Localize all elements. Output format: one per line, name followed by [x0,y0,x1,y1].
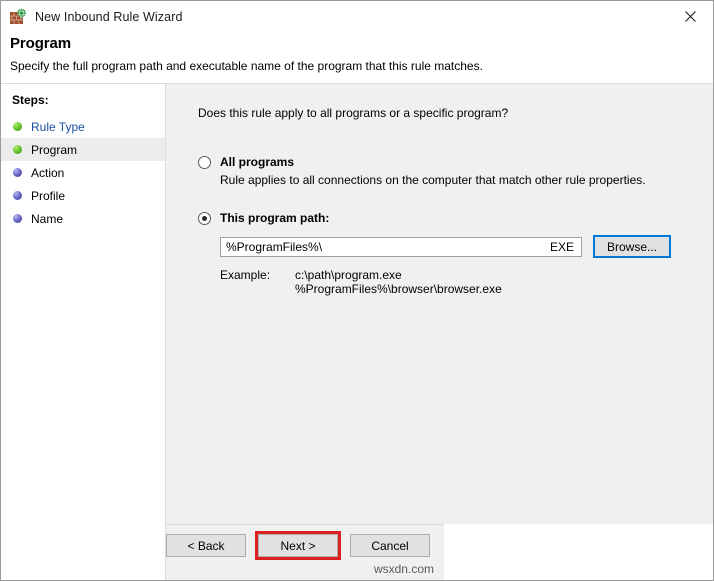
radio-row-all-programs[interactable]: All programs [198,155,713,170]
sidebar-item-label: Profile [31,189,65,203]
sidebar-item-label: Name [31,212,63,226]
question-text: Does this rule apply to all programs or … [198,106,713,120]
wizard-body: Steps: Rule Type Program Action Profile … [1,83,713,524]
radio-this-program-path[interactable] [198,212,211,225]
sidebar-item-rule-type[interactable]: Rule Type [1,115,165,138]
radio-all-programs[interactable] [198,156,211,169]
sidebar-item-label: Rule Type [31,120,85,134]
next-button[interactable]: Next > [258,534,338,557]
radio-row-this-program-path[interactable]: This program path: [198,211,713,226]
page-title: Program [10,35,713,52]
sidebar-item-name[interactable]: Name [1,207,165,230]
example-line-1: c:\path\program.exe [295,268,502,282]
sidebar-footer-filler [1,524,166,580]
steps-title: Steps: [1,90,165,115]
sidebar-item-profile[interactable]: Profile [1,184,165,207]
window-title: New Inbound Rule Wizard [35,10,183,24]
program-path-extension: EXE [550,240,576,254]
firewall-globe-icon [10,8,27,25]
sidebar-item-program[interactable]: Program [1,138,165,161]
program-path-input[interactable]: %ProgramFiles%\ EXE [220,237,582,257]
browse-button[interactable]: Browse... [593,235,671,258]
wizard-window: New Inbound Rule Wizard Program Specify … [0,0,714,581]
content-panel: Does this rule apply to all programs or … [166,84,713,524]
cancel-button[interactable]: Cancel [350,534,430,557]
steps-sidebar: Steps: Rule Type Program Action Profile … [1,84,166,524]
footer-buttons: < Back Next > Cancel [166,531,430,560]
option-description-all-programs: Rule applies to all connections on the c… [220,173,713,187]
close-icon[interactable] [668,1,713,31]
option-all-programs: All programs Rule applies to all connect… [198,155,713,187]
sidebar-item-action[interactable]: Action [1,161,165,184]
step-bullet-icon [13,168,22,177]
option-this-program-path: This program path: %ProgramFiles%\ EXE B… [198,211,713,296]
sidebar-item-label: Action [31,166,64,180]
next-button-highlight: Next > [255,531,341,560]
example-line-2: %ProgramFiles%\browser\browser.exe [295,282,502,296]
sidebar-item-label: Program [31,143,77,157]
program-path-row: %ProgramFiles%\ EXE Browse... [220,235,713,258]
step-bullet-icon [13,145,22,154]
example-values: c:\path\program.exe %ProgramFiles%\brows… [295,268,502,296]
page-header: Program Specify the full program path an… [1,32,713,83]
page-subtitle: Specify the full program path and execut… [10,59,713,73]
step-bullet-icon [13,214,22,223]
footer-wrap: < Back Next > Cancel wsxdn.com [1,524,713,580]
back-button[interactable]: < Back [166,534,246,557]
step-bullet-icon [13,122,22,131]
program-path-value: %ProgramFiles%\ [226,240,550,254]
footer-bar: < Back Next > Cancel wsxdn.com [166,524,444,580]
step-bullet-icon [13,191,22,200]
example-block: Example: c:\path\program.exe %ProgramFil… [220,268,713,296]
example-label: Example: [220,268,295,296]
option-label-this-program-path: This program path: [220,211,329,226]
watermark: wsxdn.com [374,562,434,576]
option-label-all-programs: All programs [220,155,294,170]
title-bar: New Inbound Rule Wizard [1,1,713,32]
